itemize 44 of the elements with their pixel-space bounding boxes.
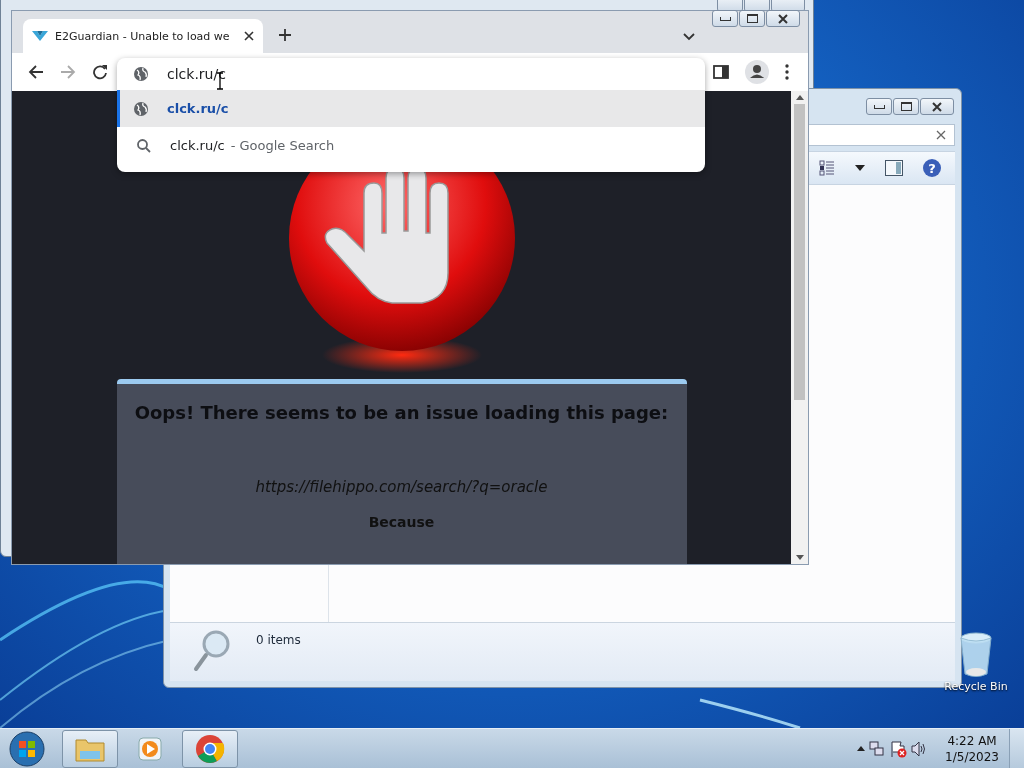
help-button[interactable]: ?	[923, 159, 941, 177]
tray-expand-icon[interactable]	[857, 746, 866, 751]
favicon-icon	[31, 29, 49, 43]
globe-icon	[133, 100, 149, 117]
clock-date: 1/5/2023	[945, 748, 999, 765]
suggestion-item[interactable]: clck.ru/c	[117, 90, 705, 127]
reason-label: Because	[368, 514, 435, 530]
chevron-down-icon[interactable]	[683, 33, 695, 41]
suggestion-item[interactable]: clck.ru/c - Google Search	[117, 127, 705, 164]
scroll-up-icon[interactable]	[795, 95, 804, 100]
profile-icon[interactable]	[745, 60, 769, 84]
speaker-icon[interactable]	[911, 740, 928, 757]
close-icon	[931, 101, 943, 112]
clock[interactable]: 4:22 AM 1/5/2023	[945, 732, 999, 765]
reload-icon[interactable]	[92, 64, 108, 80]
item-count: 0 items	[256, 633, 301, 647]
close-icon	[777, 13, 789, 24]
blocked-url: https://filehippo.com/search/?q=oracle	[255, 478, 548, 496]
back-arrow-icon[interactable]	[28, 64, 44, 80]
taskbar-app-button[interactable]	[182, 729, 238, 768]
dropdown-caret-icon[interactable]	[855, 165, 865, 171]
clear-icon[interactable]	[936, 130, 946, 140]
taskbar-app-button[interactable]	[62, 729, 118, 768]
recycle-bin-icon[interactable]	[959, 632, 993, 678]
flag-icon[interactable]	[889, 739, 908, 758]
clock-time: 4:22 AM	[947, 732, 997, 749]
scroll-down-icon[interactable]	[795, 555, 804, 560]
browser-tab[interactable]: E2Guardian - Unable to load we	[23, 19, 263, 53]
scrollbar-thumb[interactable]	[794, 104, 805, 400]
chrome-icon	[195, 733, 225, 764]
preview-pane-icon[interactable]	[885, 160, 903, 176]
plus-icon[interactable]	[278, 28, 292, 42]
media-player-icon	[136, 734, 164, 763]
search-icon	[136, 137, 152, 154]
close-icon[interactable]	[243, 30, 255, 42]
view-list-icon[interactable]	[819, 160, 835, 176]
tab-title: E2Guardian - Unable to load we	[55, 29, 231, 43]
scrollbar[interactable]	[791, 91, 808, 564]
error-heading: Oops! There seems to be an issue loading this page:	[134, 402, 669, 423]
globe-icon	[133, 66, 149, 82]
network-icon[interactable]	[869, 740, 886, 757]
side-panel-icon[interactable]	[713, 64, 729, 80]
start-button[interactable]	[8, 729, 46, 768]
menu-icon[interactable]	[785, 64, 789, 80]
